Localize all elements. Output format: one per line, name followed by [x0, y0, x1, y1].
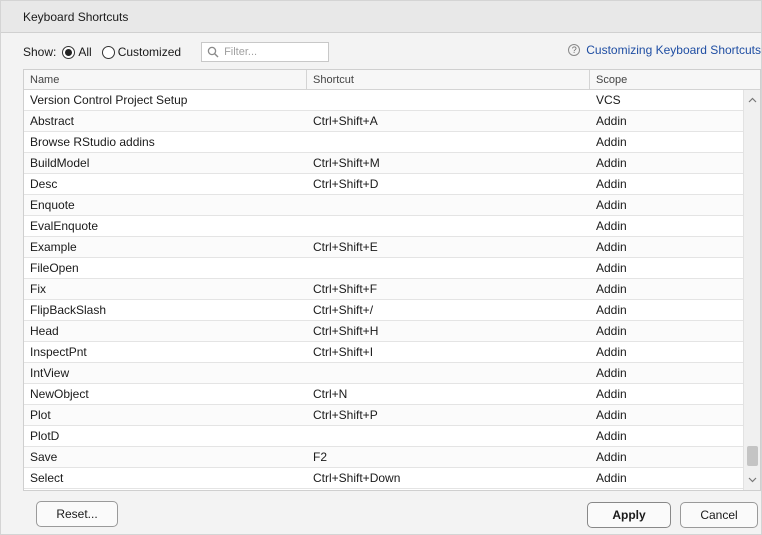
cell-name: Plot [30, 408, 51, 422]
apply-button[interactable]: Apply [587, 502, 671, 528]
cell-scope: Addin [596, 156, 627, 170]
table-row[interactable]: Abstract Ctrl+Shift+A Addin [24, 111, 744, 132]
cell-name: Head [30, 324, 59, 338]
scrollbar-thumb[interactable] [747, 446, 758, 466]
cell-shortcut[interactable]: Ctrl+N [307, 387, 590, 401]
dialog-title: Keyboard Shortcuts [23, 9, 129, 24]
cell-scope: VCS [596, 93, 621, 107]
table-row[interactable]: BuildModel Ctrl+Shift+M Addin [24, 153, 744, 174]
cell-scope: Addin [596, 282, 627, 296]
cell-name: Select [30, 471, 64, 485]
cell-name: InspectPnt [30, 345, 87, 359]
cell-name: Enquote [30, 198, 75, 212]
cell-shortcut[interactable]: Ctrl+Shift+M [307, 156, 590, 170]
cell-scope: Addin [596, 240, 627, 254]
cell-scope: Addin [596, 219, 627, 233]
cell-name: EvalEnquote [30, 219, 99, 233]
cell-name: Example [30, 240, 77, 254]
radio-customized-indicator[interactable] [101, 45, 115, 59]
table-row[interactable]: IntView Addin [24, 363, 744, 384]
radio-all[interactable]: All [62, 45, 92, 59]
table-row[interactable]: Plot Ctrl+Shift+P Addin [24, 405, 744, 426]
radio-customized[interactable]: Customized [101, 45, 182, 59]
cell-scope: Addin [596, 303, 627, 317]
filter-box[interactable] [201, 42, 330, 62]
table-row[interactable]: Desc Ctrl+Shift+D Addin [24, 174, 744, 195]
table-row[interactable]: PlotD Addin [24, 426, 744, 447]
table-row[interactable]: Select Ctrl+Shift+Down Addin [24, 468, 744, 489]
cell-shortcut[interactable]: Ctrl+Shift+F [307, 282, 590, 296]
table-row[interactable]: Fix Ctrl+Shift+F Addin [24, 279, 744, 300]
cell-scope: Addin [596, 345, 627, 359]
search-icon [207, 46, 219, 58]
cell-name: Save [30, 450, 58, 464]
table-row[interactable]: Head Ctrl+Shift+H Addin [24, 321, 744, 342]
radio-all-indicator[interactable] [62, 45, 76, 59]
cell-name: Abstract [30, 114, 75, 128]
cell-scope: Addin [596, 387, 627, 401]
cell-name: NewObject [30, 387, 89, 401]
help-circle-icon: ? [568, 44, 581, 56]
dialog-titlebar: Keyboard Shortcuts [1, 1, 761, 33]
shortcuts-table: Name Shortcut Scope Version Control Proj… [23, 69, 761, 491]
cell-shortcut[interactable]: Ctrl+Shift+D [307, 177, 590, 191]
table-row[interactable]: FileOpen Addin [24, 258, 744, 279]
cell-scope: Addin [596, 324, 627, 338]
help-area: ? Customizing Keyboard Shortcuts [568, 43, 761, 57]
cell-scope: Addin [596, 198, 627, 212]
vertical-scrollbar[interactable] [743, 90, 760, 490]
chevron-down-icon[interactable] [744, 472, 760, 488]
cell-shortcut[interactable]: Ctrl+Shift+H [307, 324, 590, 338]
table-row[interactable]: Version Control Project Setup VCS [24, 90, 744, 111]
radio-all-label: All [78, 45, 92, 59]
cell-scope: Addin [596, 366, 627, 380]
cell-scope: Addin [596, 261, 627, 275]
table-row[interactable]: InspectPnt Ctrl+Shift+I Addin [24, 342, 744, 363]
customizing-shortcuts-link[interactable]: Customizing Keyboard Shortcuts [586, 43, 761, 57]
toolbar: Show: All Customized ? Customizing Keybo… [23, 41, 761, 63]
cell-name: PlotD [30, 429, 60, 443]
keyboard-shortcuts-dialog: Keyboard Shortcuts Show: All Customized … [0, 0, 762, 535]
filter-input[interactable] [224, 46, 325, 58]
cell-name: FileOpen [30, 261, 79, 275]
cell-name: BuildModel [30, 156, 90, 170]
column-header-shortcut[interactable]: Shortcut [307, 70, 590, 90]
cell-shortcut[interactable]: Ctrl+Shift+P [307, 408, 590, 422]
cell-scope: Addin [596, 177, 627, 191]
cell-shortcut[interactable]: Ctrl+Shift+/ [307, 303, 590, 317]
cell-shortcut[interactable]: Ctrl+Shift+E [307, 240, 590, 254]
table-header: Name Shortcut Scope [24, 70, 760, 90]
table-row[interactable]: EvalEnquote Addin [24, 216, 744, 237]
cell-scope: Addin [596, 450, 627, 464]
reset-button[interactable]: Reset... [36, 501, 118, 527]
table-row[interactable]: Enquote Addin [24, 195, 744, 216]
cell-shortcut[interactable]: Ctrl+Shift+Down [307, 471, 590, 485]
cell-name: FlipBackSlash [30, 303, 107, 317]
cell-name: IntView [30, 366, 70, 380]
cell-scope: Addin [596, 135, 627, 149]
table-row[interactable]: FlipBackSlash Ctrl+Shift+/ Addin [24, 300, 744, 321]
table-row[interactable]: NewObject Ctrl+N Addin [24, 384, 744, 405]
cancel-button[interactable]: Cancel [680, 502, 758, 528]
cell-shortcut[interactable]: Ctrl+Shift+A [307, 114, 590, 128]
table-row[interactable]: Example Ctrl+Shift+E Addin [24, 237, 744, 258]
cell-scope: Addin [596, 408, 627, 422]
cell-name: Browse RStudio addins [30, 135, 155, 149]
table-body: Version Control Project Setup VCS Abstract… [24, 90, 744, 490]
cell-scope: Addin [596, 114, 627, 128]
table-row[interactable]: Browse RStudio addins Addin [24, 132, 744, 153]
show-label: Show: [23, 45, 57, 59]
column-header-name[interactable]: Name [24, 70, 307, 90]
cell-shortcut[interactable]: F2 [307, 450, 590, 464]
cell-scope: Addin [596, 429, 627, 443]
radio-customized-label: Customized [117, 45, 182, 59]
cell-name: Version Control Project Setup [30, 93, 188, 107]
cell-shortcut[interactable]: Ctrl+Shift+I [307, 345, 590, 359]
column-header-scope[interactable]: Scope [590, 70, 760, 90]
chevron-up-icon[interactable] [744, 92, 760, 108]
table-row[interactable]: Save F2 Addin [24, 447, 744, 468]
cell-scope: Addin [596, 471, 627, 485]
cell-name: Fix [30, 282, 46, 296]
cell-name: Desc [30, 177, 58, 191]
